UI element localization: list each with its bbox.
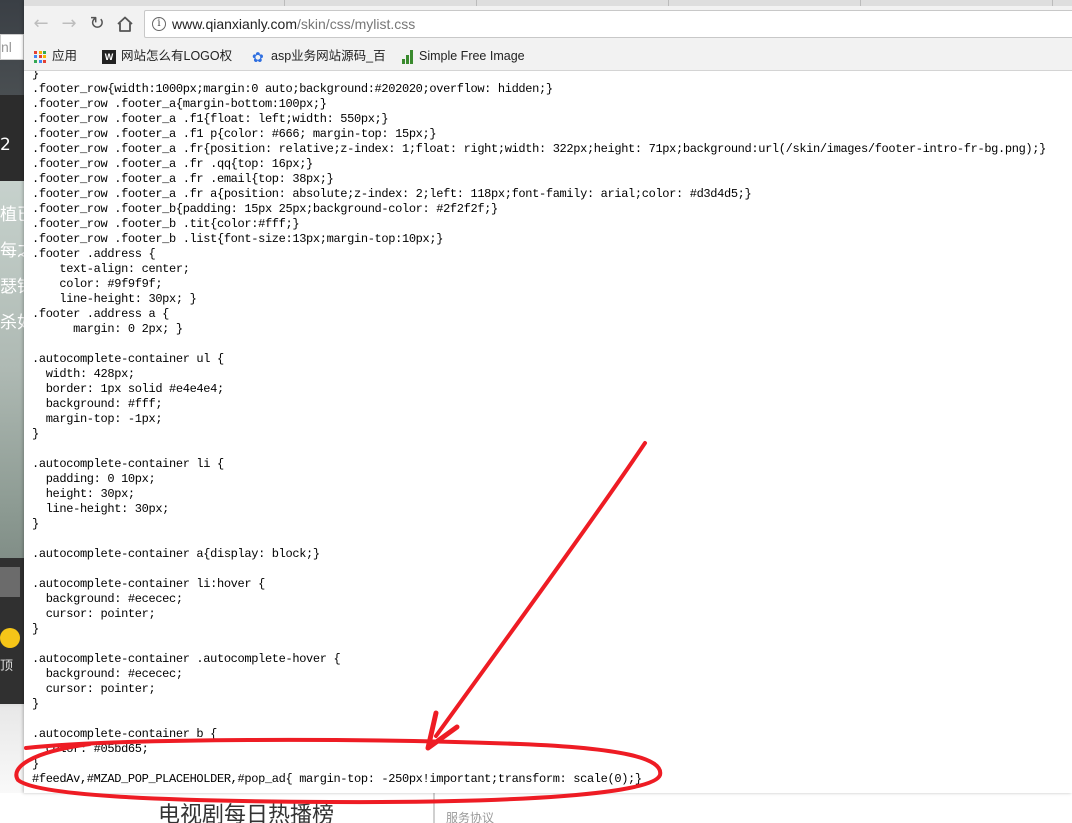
bookmark-asp-source[interactable]: ✿ asp业务网站源码_百: [252, 47, 386, 65]
bookmarks-bar: 应用 W 网站怎么有LOGO权 ✿ asp业务网站源码_百 Simple Free …: [24, 42, 1072, 71]
background-top-button-label: 顶: [0, 659, 14, 674]
arrow-left-icon: ←: [33, 13, 49, 34]
document-icon: W: [102, 49, 116, 64]
background-avatar: [0, 567, 20, 597]
bookmark-simple-free-image[interactable]: Simple Free Image: [402, 47, 525, 65]
background-page-bottom-strip: 电视剧每日热播榜 服务协议: [0, 793, 1072, 823]
apps-grid-icon: [34, 50, 46, 63]
background-text-fragment: 2: [0, 135, 11, 155]
browser-toolbar: ← → ↻ i www.qianxianly.com/skin/css/myli…: [24, 6, 1072, 42]
reload-button[interactable]: ↻: [86, 13, 108, 35]
background-text-fragment: 每之: [0, 241, 24, 261]
background-text-fragment: 杀如: [0, 313, 24, 333]
background-divider: [433, 793, 435, 823]
bookmark-label: Simple Free Image: [419, 49, 525, 63]
background-page-left-strip: nl 2 植已 每之 瑟镇 杀如 顶: [0, 0, 24, 823]
background-section-title: 电视剧每日热播榜: [158, 803, 335, 823]
arrow-right-icon: →: [61, 13, 77, 34]
bookmark-logo-article[interactable]: W 网站怎么有LOGO权: [102, 47, 232, 65]
home-button[interactable]: [114, 13, 136, 35]
home-icon: [117, 16, 133, 32]
site-info-icon[interactable]: i: [152, 17, 166, 31]
background-text-fragment: 瑟镇: [0, 277, 24, 297]
css-source-view[interactable]: } .footer_row{width:1000px;margin:0 auto…: [24, 71, 1072, 793]
url-domain: www.qianxianly.com: [172, 16, 298, 32]
address-bar[interactable]: i www.qianxianly.com/skin/css/mylist.css: [144, 10, 1072, 38]
background-text-fragment: 植已: [0, 205, 24, 225]
baidu-paw-icon: ✿: [252, 48, 264, 65]
back-button[interactable]: ←: [30, 13, 52, 35]
bookmark-label: 网站怎么有LOGO权: [121, 49, 233, 63]
background-side-link: 服务协议: [446, 811, 495, 823]
bookmark-label: asp业务网站源码_百: [271, 49, 386, 63]
address-url[interactable]: www.qianxianly.com/skin/css/mylist.css: [172, 11, 415, 37]
background-search-input-fragment: nl: [0, 34, 24, 60]
url-path: /skin/css/mylist.css: [297, 16, 416, 32]
reload-icon: ↻: [89, 13, 105, 34]
browser-window: ← → ↻ i www.qianxianly.com/skin/css/myli…: [24, 0, 1072, 793]
css-source-text: } .footer_row{width:1000px;margin:0 auto…: [32, 71, 1046, 786]
bookmark-label: 应用: [52, 49, 78, 63]
forward-button[interactable]: →: [58, 13, 80, 35]
signal-bars-icon: [402, 49, 414, 64]
emoji-icon: [0, 628, 20, 648]
bookmark-apps[interactable]: 应用: [34, 47, 77, 65]
